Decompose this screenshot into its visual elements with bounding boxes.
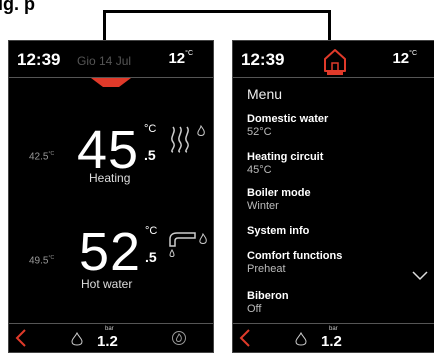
menu-item-biberon[interactable]: Biberon Off <box>247 290 289 315</box>
flame-icon <box>199 233 207 244</box>
pressure-unit: bar <box>105 326 114 332</box>
menu-item-label: Boiler mode <box>247 187 311 199</box>
hot-water-zone[interactable]: 49.5°C 52 °C .5 Hot water <box>9 221 213 311</box>
pressure-unit: bar <box>329 326 338 332</box>
heating-temp-unit: °C <box>144 123 157 135</box>
clock: 12:39 <box>241 50 285 69</box>
figure-caption-fragment: ig. p <box>0 0 35 14</box>
bottom-bar: bar 1.2 <box>9 323 213 352</box>
drop-icon <box>295 332 307 346</box>
screen-connector-line <box>103 10 331 40</box>
radiator-icon <box>171 126 189 153</box>
back-icon[interactable] <box>238 329 252 347</box>
menu-screen: 12:39 12°C Menu Domestic water 52°C Heat… <box>232 40 434 353</box>
heating-label: Heating <box>89 171 131 185</box>
outdoor-temp: 12°C <box>392 50 417 67</box>
menu-item-label: Domestic water <box>247 113 329 125</box>
menu-item-value: Off <box>247 303 262 315</box>
home-screen: 12:39 Gio 14 Jul 12°C 42.5°C 45 °C .5 He… <box>8 40 214 353</box>
menu-item-label: Comfort functions <box>247 250 343 262</box>
menu-item-comfort-functions[interactable]: Comfort functions Preheat <box>247 250 342 275</box>
heating-temp-decimal: .5 <box>144 147 156 163</box>
menu-item-label: System info <box>247 225 310 237</box>
hot-water-label: Hot water <box>81 277 133 291</box>
flame-icon <box>197 125 205 136</box>
menu-pull-tab[interactable] <box>91 78 131 87</box>
menu-item-domestic-water[interactable]: Domestic water 52°C <box>247 113 328 138</box>
menu-item-boiler-mode[interactable]: Boiler mode Winter <box>247 187 311 212</box>
menu-item-system-info[interactable]: System info <box>247 225 309 238</box>
divider <box>233 77 434 78</box>
outdoor-temp: 12°C <box>168 50 193 67</box>
menu-item-value: 52°C <box>247 126 272 138</box>
pressure-value: 1.2 <box>321 333 342 350</box>
menu-title: Menu <box>247 86 283 102</box>
spiral-flame-icon[interactable] <box>171 330 187 346</box>
menu-item-value: Winter <box>247 200 279 212</box>
menu-item-value: 45°C <box>247 164 272 176</box>
hot-water-setpoint: 49.5°C <box>29 255 55 267</box>
hot-water-temp-decimal: .5 <box>145 249 157 265</box>
status-bar: 12:39 Gio 14 Jul 12°C <box>9 41 213 77</box>
chevron-down-icon[interactable] <box>411 269 429 281</box>
menu-item-label: Biberon <box>247 290 289 302</box>
menu-item-label: Heating circuit <box>247 151 324 163</box>
menu-item-value: Preheat <box>247 263 286 275</box>
pressure-value: 1.2 <box>97 333 118 350</box>
hot-water-temp-unit: °C <box>145 225 158 237</box>
date: Gio 14 Jul <box>77 54 132 68</box>
menu-item-heating-circuit[interactable]: Heating circuit 45°C <box>247 151 323 176</box>
clock: 12:39 <box>17 50 61 69</box>
back-icon[interactable] <box>14 329 28 347</box>
divider <box>9 77 213 78</box>
home-indicator <box>327 72 343 75</box>
drop-icon <box>71 332 83 346</box>
bottom-bar: bar 1.2 <box>233 323 434 352</box>
heating-setpoint: 42.5°C <box>29 151 55 163</box>
faucet-icon <box>169 232 196 257</box>
heating-zone[interactable]: 42.5°C 45 °C .5 Heating <box>9 111 213 201</box>
home-icon[interactable] <box>321 46 349 74</box>
hot-water-temp-value: 52 <box>79 222 142 282</box>
